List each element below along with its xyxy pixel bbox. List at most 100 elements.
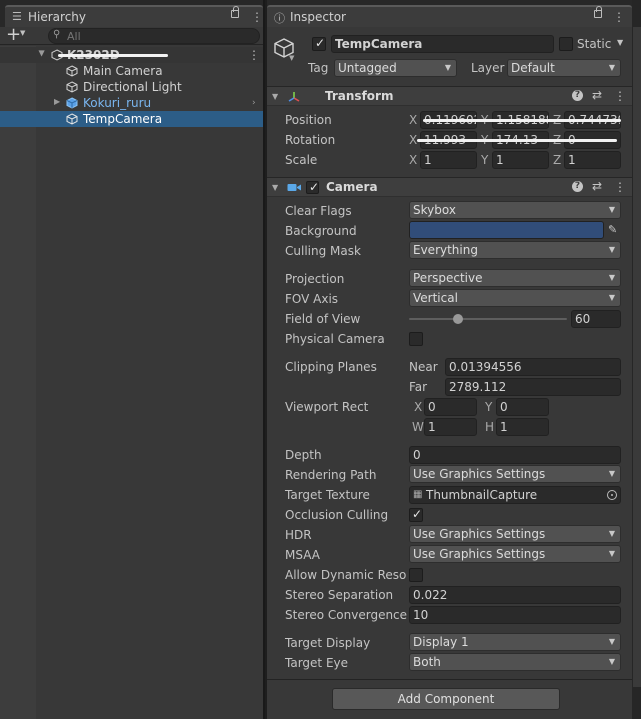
hierarchy-item[interactable]: Directional Light xyxy=(0,79,263,95)
chevron-down-icon[interactable]: ▼ xyxy=(289,54,294,62)
search-input[interactable] xyxy=(67,30,247,43)
kebab-menu-icon[interactable]: ⋮ xyxy=(251,11,263,23)
clear-flags-label: Clear Flags xyxy=(285,204,352,218)
scale-x-field[interactable]: 1 xyxy=(420,151,477,169)
rendering-path-value: Use Graphics Settings xyxy=(413,467,546,481)
target-display-label: Target Display xyxy=(285,636,371,650)
scale-z-field[interactable]: 1 xyxy=(564,151,621,169)
camera-header[interactable]: ▼ ✓ Camera ? ⇄ ⋮ xyxy=(267,177,632,197)
hierarchy-item-selected[interactable]: TempCamera xyxy=(0,111,263,127)
transform-header[interactable]: ▼ Transform ? ⇄ ⋮ xyxy=(267,86,632,106)
scale-label: Scale xyxy=(285,153,318,167)
physical-camera-checkbox[interactable] xyxy=(409,332,423,346)
chevron-down-icon: ▼ xyxy=(608,529,615,538)
layer-dropdown[interactable]: Default ▼ xyxy=(507,59,621,77)
hierarchy-item[interactable]: Main Camera xyxy=(0,63,263,79)
far-clip-field[interactable]: 2789.112 xyxy=(445,378,621,396)
preset-sliders-icon[interactable]: ⇄ xyxy=(592,88,602,102)
clear-flags-dropdown[interactable]: Skybox ▼ xyxy=(409,201,621,219)
msaa-label: MSAA xyxy=(285,548,320,562)
scene-view-sliver xyxy=(633,27,641,687)
chevron-down-icon: ▼ xyxy=(608,469,615,478)
preset-sliders-icon[interactable]: ⇄ xyxy=(592,179,602,193)
allow-dynamic-resolution-checkbox[interactable] xyxy=(409,568,423,582)
check-icon: ✓ xyxy=(412,507,423,521)
inspector-tab[interactable]: ⓘ Inspector ⋮ xyxy=(267,5,632,27)
add-component-button[interactable]: Add Component xyxy=(332,688,560,710)
occlusion-culling-checkbox[interactable]: ✓ xyxy=(409,507,423,522)
hierarchy-item[interactable]: ▶ Kokuri_ruru › xyxy=(0,95,263,111)
culling-mask-dropdown[interactable]: Everything ▼ xyxy=(409,241,621,259)
prefab-cube-icon xyxy=(66,97,78,109)
viewport-y-field[interactable]: 0 xyxy=(496,398,549,416)
static-checkbox[interactable] xyxy=(559,37,573,51)
scene-kebab-icon[interactable]: ⋮ xyxy=(248,49,260,61)
viewport-h-label: H xyxy=(485,420,495,434)
chevron-down-icon: ▼ xyxy=(608,657,615,666)
gameobject-header: ▼ ✓ TempCamera Static ▼ Tag Untagged ▼ La… xyxy=(267,27,632,85)
divider xyxy=(267,679,632,680)
fov-slider-handle[interactable] xyxy=(452,314,463,324)
stereo-convergence-label: Stereo Convergence xyxy=(285,608,408,622)
add-icon[interactable]: + xyxy=(6,24,21,45)
kebab-menu-icon[interactable]: ⋮ xyxy=(613,11,625,23)
near-clip-field[interactable]: 0.01394556 xyxy=(445,358,621,376)
chevron-down-icon[interactable]: ▼ xyxy=(20,29,25,37)
kebab-menu-icon[interactable]: ⋮ xyxy=(614,89,626,103)
fov-axis-dropdown[interactable]: Vertical ▼ xyxy=(409,289,621,307)
inspector-tabbar: ⓘ Inspector ⋮ xyxy=(267,0,632,27)
help-icon[interactable]: ? xyxy=(572,181,583,192)
tag-dropdown[interactable]: Untagged ▼ xyxy=(334,59,457,77)
expand-arrow-icon[interactable]: ▶ xyxy=(38,50,47,56)
object-picker-icon[interactable] xyxy=(607,490,617,500)
hierarchy-panel: ☰ Hierarchy ⋮ + ▼ ⚲ ▶ K2302D ⋮ Main Came… xyxy=(0,0,265,719)
foldout-arrow-icon[interactable]: ▼ xyxy=(272,92,278,101)
camera-enabled-checkbox[interactable]: ✓ xyxy=(306,180,319,194)
hdr-dropdown[interactable]: Use Graphics Settings ▼ xyxy=(409,525,621,543)
chevron-down-icon[interactable]: ▼ xyxy=(617,38,623,47)
stereo-separation-field[interactable]: 0.022 xyxy=(409,586,621,604)
target-display-dropdown[interactable]: Display 1 ▼ xyxy=(409,633,621,651)
fov-slider-track[interactable] xyxy=(409,318,567,320)
chevron-down-icon: ▼ xyxy=(608,245,615,254)
object-name-field[interactable]: TempCamera xyxy=(331,35,554,53)
chevron-right-icon[interactable]: › xyxy=(252,98,256,108)
expand-arrow-icon[interactable]: ▶ xyxy=(54,97,60,106)
target-texture-field[interactable]: ▦ ThumbnailCapture xyxy=(409,486,621,504)
lock-icon[interactable] xyxy=(594,6,602,18)
eyedropper-icon[interactable]: ✎ xyxy=(608,223,617,236)
kebab-menu-icon[interactable]: ⋮ xyxy=(614,180,626,194)
background-color-swatch[interactable] xyxy=(409,221,604,239)
hierarchy-search[interactable]: ⚲ xyxy=(48,28,260,44)
viewport-h-field[interactable]: 1 xyxy=(496,418,549,436)
hierarchy-item-label: Kokuri_ruru xyxy=(83,96,152,110)
target-eye-dropdown[interactable]: Both ▼ xyxy=(409,653,621,671)
scene-row[interactable]: ▶ K2302D ⋮ xyxy=(0,47,263,63)
active-checkbox[interactable]: ✓ xyxy=(312,36,326,51)
hierarchy-tab[interactable]: ☰ Hierarchy ⋮ xyxy=(5,5,263,27)
help-icon[interactable]: ? xyxy=(572,90,583,101)
hierarchy-left-gutter xyxy=(0,46,36,719)
gameobject-cube-icon xyxy=(66,65,78,77)
rendering-path-dropdown[interactable]: Use Graphics Settings ▼ xyxy=(409,465,621,483)
viewport-x-field[interactable]: 0 xyxy=(424,398,477,416)
lock-icon[interactable] xyxy=(231,6,239,18)
chevron-down-icon: ▼ xyxy=(444,63,451,72)
axis-y-label: Y xyxy=(481,153,489,167)
chevron-down-icon: ▼ xyxy=(608,205,615,214)
hierarchy-item-label: TempCamera xyxy=(83,112,163,126)
hierarchy-tab-label: Hierarchy xyxy=(28,10,87,24)
occlusion-culling-label: Occlusion Culling xyxy=(285,508,389,522)
scale-y-field[interactable]: 1 xyxy=(492,151,549,169)
projection-dropdown[interactable]: Perspective ▼ xyxy=(409,269,621,287)
depth-field[interactable]: 0 xyxy=(409,446,621,464)
static-label: Static xyxy=(577,37,612,51)
fov-value-field[interactable]: 60 xyxy=(571,310,621,328)
msaa-dropdown[interactable]: Use Graphics Settings ▼ xyxy=(409,545,621,563)
viewport-w-field[interactable]: 1 xyxy=(424,418,477,436)
near-label: Near xyxy=(409,360,438,374)
foldout-arrow-icon[interactable]: ▼ xyxy=(272,183,278,192)
field-of-view-label: Field of View xyxy=(285,312,361,326)
stereo-convergence-field[interactable]: 10 xyxy=(409,606,621,624)
chevron-down-icon: ▼ xyxy=(608,293,615,302)
